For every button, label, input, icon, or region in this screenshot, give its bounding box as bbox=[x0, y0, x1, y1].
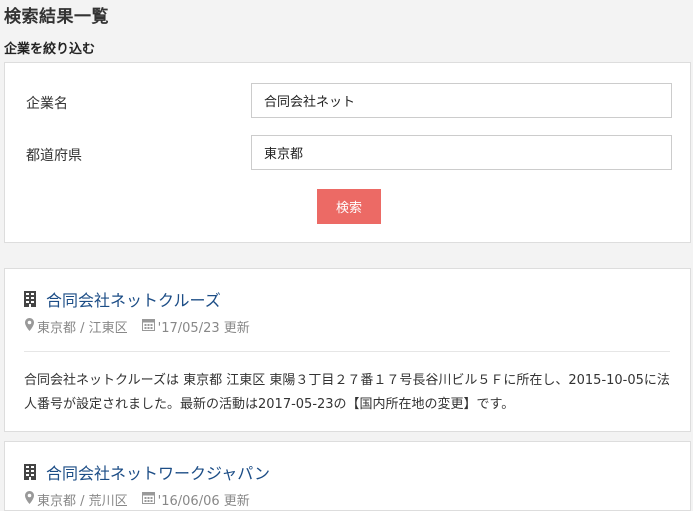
company-name-link[interactable]: 合同会社ネットクルーズ bbox=[46, 287, 221, 311]
company-name-label: 企業名 bbox=[26, 96, 68, 112]
prefecture-input[interactable] bbox=[251, 135, 672, 170]
calendar-icon bbox=[141, 318, 158, 335]
building-icon bbox=[24, 291, 36, 307]
search-button[interactable]: 検索 bbox=[317, 189, 381, 224]
filter-heading: 企業を絞り込む bbox=[4, 42, 96, 57]
result-card: 合同会社ネットワークジャパン 東京都 / 荒川区 '16/06/06 更新 bbox=[4, 441, 691, 511]
prefecture-label: 都道府県 bbox=[26, 148, 82, 164]
divider bbox=[24, 351, 670, 352]
updated-date: '17/05/23 更新 bbox=[157, 321, 250, 336]
map-marker-icon bbox=[25, 318, 37, 335]
result-title-row: 合同会社ネットワークジャパン bbox=[24, 460, 270, 484]
company-name-link[interactable]: 合同会社ネットワークジャパン bbox=[46, 460, 270, 484]
page-title: 検索結果一覧 bbox=[4, 7, 109, 27]
result-card: 合同会社ネットクルーズ 東京都 / 江東区 '17/05/23 更新 合同会社ネ… bbox=[4, 268, 691, 432]
location-text: 東京都 / 江東区 bbox=[37, 321, 128, 336]
result-meta: 東京都 / 江東区 '17/05/23 更新 bbox=[25, 317, 250, 336]
company-description: 合同会社ネットクルーズは 東京都 江東区 東陽３丁目２７番１７号長谷川ビル５Ｆに… bbox=[24, 373, 670, 412]
result-title-row: 合同会社ネットクルーズ bbox=[24, 287, 221, 311]
company-name-input[interactable] bbox=[251, 83, 672, 118]
filter-panel: 企業名 都道府県 検索 bbox=[4, 62, 691, 243]
building-icon bbox=[24, 464, 36, 480]
